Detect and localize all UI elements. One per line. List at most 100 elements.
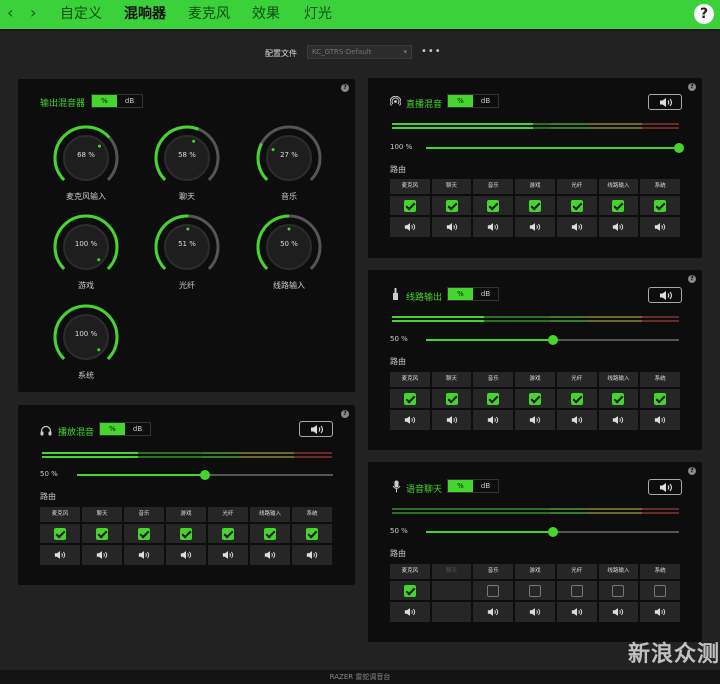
route-speaker-cell[interactable] [515, 217, 555, 237]
knob-music[interactable]: 27 % [254, 123, 324, 193]
route-speaker-cell[interactable] [473, 217, 514, 237]
route-checkbox[interactable] [654, 199, 667, 212]
knob-game[interactable]: 100 % [51, 212, 121, 282]
route-checkbox[interactable] [96, 527, 108, 540]
route-speaker-cell[interactable] [390, 602, 430, 622]
knob-mic-input[interactable]: 68 % [51, 123, 121, 193]
route-checkbox[interactable] [445, 199, 458, 212]
route-speaker-cell[interactable] [166, 545, 206, 565]
route-checkbox[interactable] [487, 199, 500, 212]
volume-slider[interactable] [426, 143, 684, 153]
route-speaker-cell[interactable] [124, 545, 164, 565]
route-speaker-cell[interactable] [598, 410, 639, 430]
route-checkbox[interactable] [403, 392, 416, 405]
route-speaker-cell[interactable] [250, 545, 290, 565]
mute-button[interactable] [299, 421, 333, 437]
route-checkbox[interactable] [612, 392, 625, 405]
route-checkbox[interactable] [654, 392, 667, 405]
route-speaker-cell[interactable] [473, 410, 514, 430]
route-checkbox[interactable] [138, 527, 150, 540]
slider-thumb[interactable] [547, 527, 558, 537]
route-speaker-cell[interactable] [208, 545, 248, 565]
route-checkbox[interactable] [487, 392, 500, 405]
mute-button[interactable] [648, 287, 682, 303]
route-checkbox[interactable] [264, 527, 276, 540]
volume-slider[interactable] [426, 335, 679, 345]
chevron-right-icon[interactable]: › [30, 4, 36, 22]
route-checkbox[interactable] [445, 392, 458, 405]
route-speaker-cell[interactable] [640, 410, 680, 430]
route-speaker-cell[interactable] [598, 602, 639, 622]
route-checkbox[interactable] [612, 199, 625, 212]
route-speaker-cell[interactable] [515, 410, 555, 430]
slider-thumb[interactable] [547, 335, 558, 345]
percent-toggle[interactable]: % [448, 288, 473, 300]
route-checkbox[interactable] [528, 392, 541, 405]
volume-slider[interactable] [426, 527, 679, 537]
db-toggle[interactable]: dB [117, 95, 142, 107]
route-checkbox[interactable] [487, 584, 500, 597]
percent-toggle[interactable]: % [100, 423, 125, 435]
route-speaker-cell[interactable] [82, 545, 122, 565]
route-checkbox[interactable] [528, 584, 541, 597]
route-checkbox[interactable] [403, 199, 416, 212]
db-toggle[interactable]: dB [473, 288, 498, 300]
tab-lighting[interactable]: 灯光 [304, 5, 332, 23]
knob-chat[interactable]: 58 % [152, 123, 222, 193]
db-toggle[interactable]: dB [473, 95, 498, 107]
route-speaker-cell[interactable] [640, 217, 680, 237]
tab-mixer[interactable]: 混响器 [124, 5, 166, 23]
route-checkbox[interactable] [570, 199, 583, 212]
route-speaker-cell[interactable] [556, 602, 597, 622]
route-checkbox[interactable] [222, 527, 234, 540]
route-checkbox[interactable] [570, 392, 583, 405]
percent-toggle[interactable]: % [448, 480, 473, 492]
tab-microphone[interactable]: 麦克风 [188, 5, 230, 23]
route-checkbox[interactable] [54, 527, 66, 540]
route-speaker-cell[interactable] [598, 217, 639, 237]
slider-thumb[interactable] [200, 470, 210, 480]
route-speaker-cell[interactable] [431, 217, 472, 237]
volume-slider[interactable] [77, 470, 333, 480]
knob-optical[interactable]: 51 % [152, 212, 222, 282]
tab-effects[interactable]: 效果 [252, 5, 280, 23]
help-icon[interactable]: ? [341, 84, 349, 92]
route-checkbox[interactable] [570, 584, 583, 597]
help-icon[interactable]: ? [694, 4, 714, 24]
help-icon[interactable]: ? [688, 83, 696, 91]
help-icon[interactable]: ? [688, 275, 696, 283]
route-speaker-cell[interactable] [390, 410, 430, 430]
chevron-left-icon[interactable]: ‹ [7, 4, 13, 22]
route-checkbox[interactable] [403, 584, 416, 597]
db-toggle[interactable]: dB [473, 480, 498, 492]
profile-dropdown[interactable]: KC_GTRS-Default ▾ [307, 45, 412, 59]
route-checkbox[interactable] [654, 584, 667, 597]
route-checkbox[interactable] [612, 584, 625, 597]
more-options-button[interactable]: ••• [421, 46, 442, 57]
route-speaker-cell[interactable] [556, 410, 597, 430]
route-speaker-cell[interactable] [431, 602, 472, 622]
knob-line-input[interactable]: 50 % [254, 212, 324, 282]
db-toggle[interactable]: dB [125, 423, 150, 435]
tab-custom[interactable]: 自定义 [60, 5, 102, 23]
mute-button[interactable] [648, 479, 682, 495]
route-speaker-cell[interactable] [556, 217, 597, 237]
route-speaker-cell[interactable] [515, 602, 555, 622]
route-speaker-cell[interactable] [640, 602, 680, 622]
percent-toggle[interactable]: % [448, 95, 473, 107]
stream-mix-panel: ? 直播混音 % dB 100 % 路由 麦克风 聊天 音乐 游戏 光纤 线路输入 系统 [368, 78, 702, 258]
knob-system[interactable]: 100 % [51, 302, 121, 372]
help-icon[interactable]: ? [341, 410, 349, 418]
route-speaker-cell[interactable] [292, 545, 332, 565]
route-checkbox[interactable] [528, 199, 541, 212]
route-checkbox[interactable] [306, 527, 318, 540]
help-icon[interactable]: ? [688, 467, 696, 475]
route-speaker-cell[interactable] [40, 545, 80, 565]
slider-thumb[interactable] [674, 143, 684, 153]
mute-button[interactable] [648, 94, 682, 110]
route-speaker-cell[interactable] [390, 217, 430, 237]
route-speaker-cell[interactable] [431, 410, 472, 430]
route-checkbox[interactable] [180, 527, 192, 540]
route-speaker-cell[interactable] [473, 602, 514, 622]
percent-toggle[interactable]: % [92, 95, 117, 107]
